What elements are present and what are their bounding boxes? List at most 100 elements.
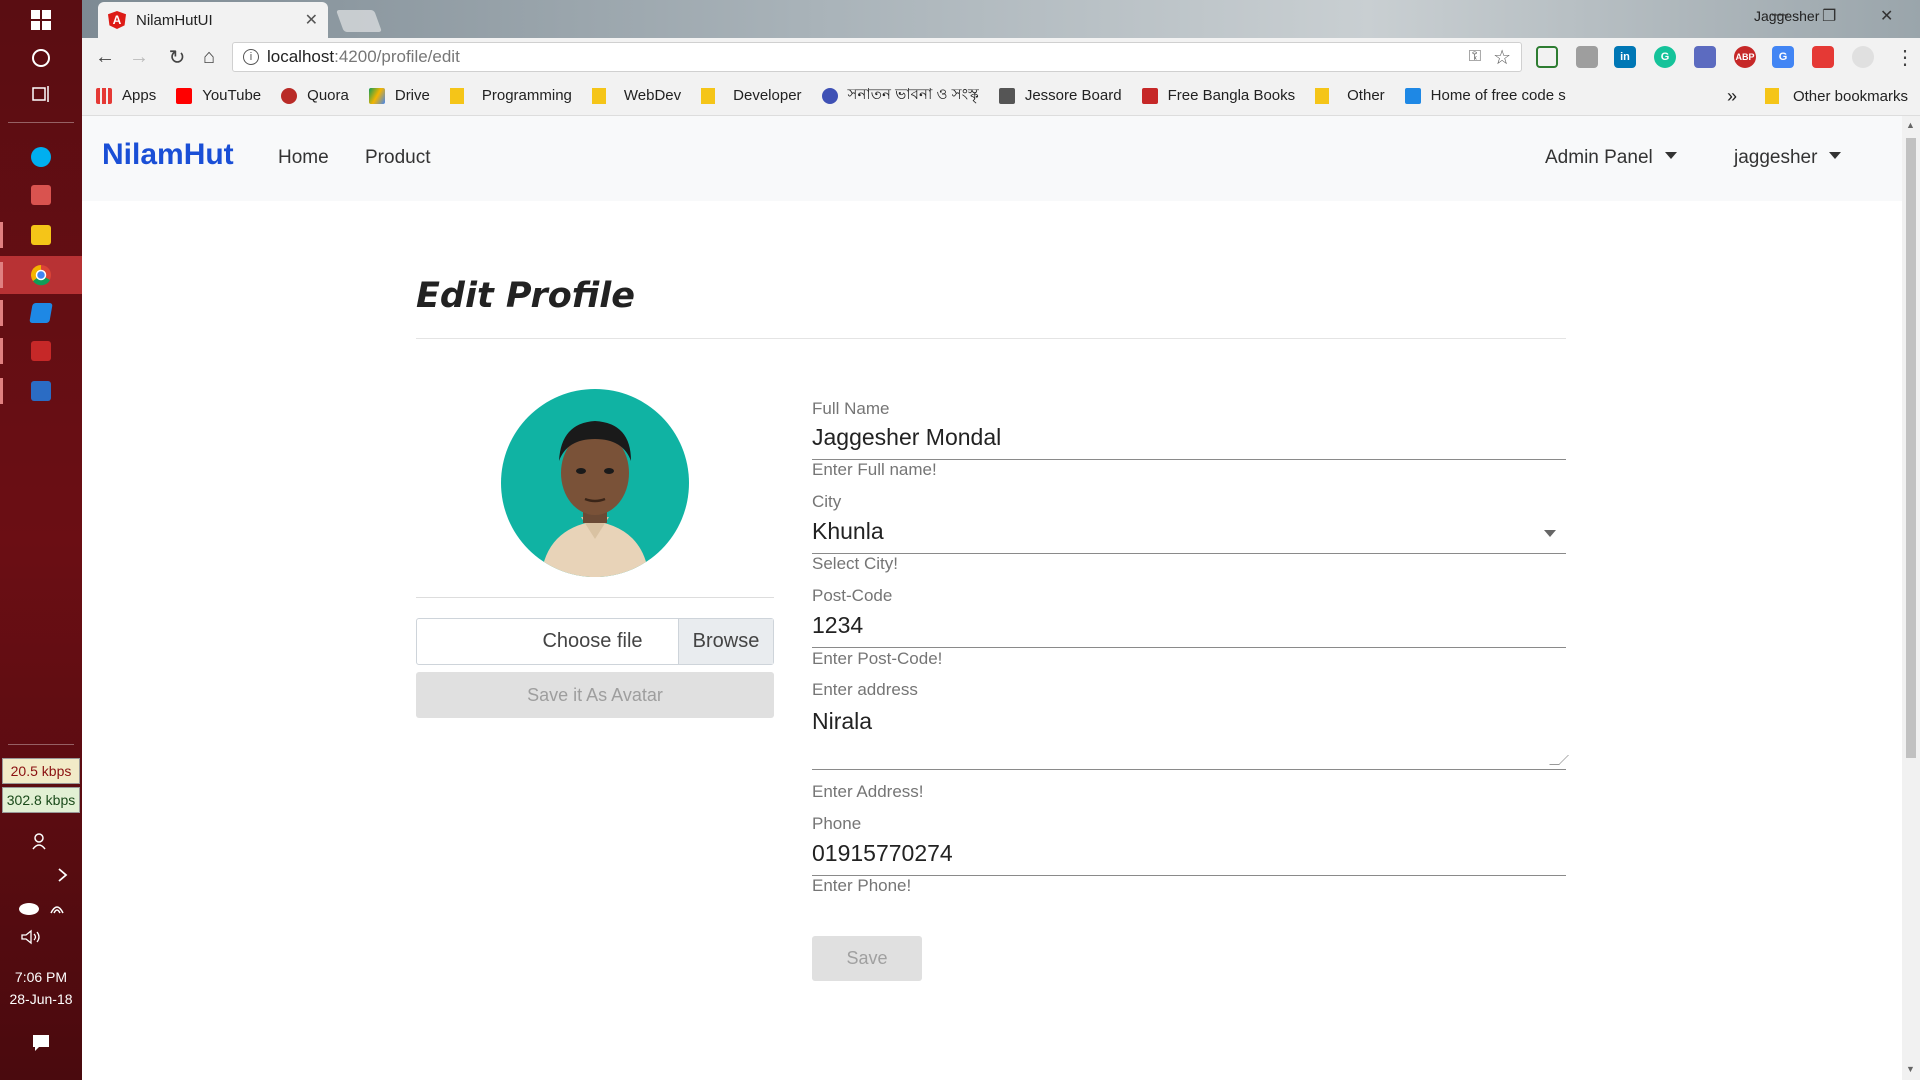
save-button[interactable]: Save — [812, 936, 922, 981]
url-host: localhost — [267, 47, 335, 66]
download-speed: 302.8 kbps — [2, 787, 80, 813]
nav-home[interactable]: Home — [278, 147, 329, 169]
choose-file-label: Choose file — [542, 630, 643, 652]
phone-label: Phone — [812, 814, 862, 833]
app-navbar: NilamHut Home Product Admin Panel jagges… — [82, 116, 1902, 201]
bookmark-bangla[interactable]: সনাতন ভাবনা ও সংস্কৃ — [821, 83, 979, 108]
folder-icon — [1764, 88, 1779, 104]
user-dropdown[interactable]: jaggesher — [1734, 147, 1841, 169]
page-content: NilamHut Home Product Admin Panel jagges… — [82, 116, 1902, 1080]
full-name-input[interactable]: Jaggesher Mondal — [812, 424, 1566, 460]
file-explorer-icon[interactable] — [0, 216, 82, 254]
powershell-icon[interactable] — [0, 372, 82, 410]
full-name-hint: Enter Full name! — [812, 460, 937, 479]
key-icon[interactable]: ⚿ — [1469, 48, 1481, 66]
bookmark-apps[interactable]: Apps — [96, 87, 156, 104]
linkedin-icon[interactable]: in — [1614, 46, 1636, 68]
bookmark-quora[interactable]: Quora — [281, 87, 349, 104]
bookmark-star-icon[interactable]: ☆ — [1493, 45, 1511, 70]
windows-start-icon[interactable] — [0, 2, 82, 38]
onedrive-icon[interactable] — [0, 892, 82, 922]
info-icon[interactable]: i — [243, 49, 259, 65]
avatar-file-input[interactable]: Choose file Browse — [416, 618, 774, 665]
bookmarks-overflow-icon[interactable]: » — [1727, 86, 1737, 107]
extension-icon[interactable] — [1536, 46, 1558, 68]
page-title: Edit Profile — [416, 276, 636, 316]
avatar — [501, 389, 689, 577]
other-bookmarks[interactable]: Other bookmarks — [1793, 88, 1908, 105]
app-icon[interactable] — [0, 176, 82, 214]
bookmarks-bar: Apps YouTube Quora Drive Programming Web… — [82, 76, 1920, 116]
bookmark-folder-webdev[interactable]: WebDev — [591, 87, 681, 104]
browser-tab-strip: A NilamHutUI ✕ Jaggesher — ❐ ✕ — [82, 0, 1920, 38]
save-avatar-button[interactable]: Save it As Avatar — [416, 672, 774, 718]
scroll-up-icon[interactable]: ▲ — [1906, 120, 1915, 130]
bookmark-folder-programming[interactable]: Programming — [449, 87, 572, 104]
page-scrollbar[interactable]: ▲ ▼ — [1902, 116, 1920, 1080]
close-window-icon[interactable]: ✕ — [1880, 6, 1893, 26]
grammarly-icon[interactable]: G — [1654, 46, 1676, 68]
post-code-label: Post-Code — [812, 586, 893, 605]
admin-panel-dropdown[interactable]: Admin Panel — [1545, 147, 1677, 169]
bookmark-jessore-board[interactable]: Jessore Board — [998, 87, 1122, 104]
windows-taskbar: 20.5 kbps 302.8 kbps 7:06 PM 28-Jun-18 — [0, 0, 82, 1080]
reload-icon[interactable]: ↻ — [162, 45, 192, 70]
bookmark-free-bangla-books[interactable]: Free Bangla Books — [1141, 87, 1295, 104]
address-label: Enter address — [812, 680, 918, 699]
back-icon[interactable]: ← — [90, 46, 120, 69]
cortana-icon[interactable] — [0, 40, 82, 76]
close-tab-icon[interactable]: ✕ — [305, 10, 318, 30]
bookmark-free-code[interactable]: Home of free code s — [1404, 87, 1566, 104]
nav-product[interactable]: Product — [365, 147, 430, 169]
city-value: Khunla — [812, 518, 884, 544]
adblock-icon[interactable]: ABP — [1734, 46, 1756, 68]
bookmark-folder-developer[interactable]: Developer — [701, 87, 802, 104]
scrollbar-thumb[interactable] — [1906, 138, 1916, 758]
extension-icon[interactable] — [1812, 46, 1834, 68]
phone-input[interactable]: 01915770274 — [812, 840, 1566, 876]
angular-favicon-icon: A — [108, 11, 126, 29]
color-picker-icon[interactable] — [1694, 46, 1716, 68]
post-code-input[interactable]: 1234 — [812, 612, 1566, 648]
city-label: City — [812, 492, 842, 511]
browse-button[interactable]: Browse — [678, 619, 773, 664]
forward-icon[interactable]: → — [124, 46, 154, 69]
city-hint: Select City! — [812, 554, 898, 573]
bookmark-folder-other[interactable]: Other — [1315, 87, 1385, 104]
home-icon[interactable]: ⌂ — [194, 46, 224, 69]
minimize-icon[interactable]: — — [1772, 6, 1788, 24]
address-bar[interactable]: i localhost:4200/profile/edit ⚿ ☆ — [232, 42, 1522, 72]
browser-toolbar: ← → ↻ ⌂ i localhost:4200/profile/edit ⚿ … — [82, 38, 1920, 76]
tab-title: NilamHutUI — [136, 11, 213, 29]
mail-icon[interactable] — [1576, 46, 1598, 68]
restore-icon[interactable]: ❐ — [1822, 6, 1836, 26]
people-icon[interactable] — [0, 826, 82, 856]
translate-icon[interactable]: G — [1772, 46, 1794, 68]
city-select[interactable]: Khunla — [812, 518, 1566, 554]
bookmark-drive[interactable]: Drive — [368, 87, 430, 104]
chevron-down-icon — [1544, 530, 1556, 537]
taskbar-time: 7:06 PM — [14, 969, 68, 985]
extension-icon[interactable] — [1852, 46, 1874, 68]
resize-handle-icon[interactable] — [1549, 755, 1569, 765]
chrome-taskbar-icon[interactable] — [0, 256, 82, 294]
address-value: Nirala — [812, 708, 873, 734]
scroll-down-icon[interactable]: ▼ — [1906, 1064, 1915, 1074]
divider — [416, 597, 774, 598]
skype-icon[interactable] — [0, 138, 82, 176]
address-hint: Enter Address! — [812, 782, 924, 801]
address-textarea[interactable]: Nirala — [812, 708, 1569, 770]
taskbar-date: 28-Jun-18 — [9, 991, 73, 1007]
menu-icon[interactable]: ⋮ — [1890, 45, 1920, 70]
browser-tab[interactable]: A NilamHutUI ✕ — [98, 2, 328, 38]
volume-icon[interactable] — [0, 922, 82, 952]
new-tab-button[interactable] — [335, 10, 383, 32]
chevron-right-icon[interactable] — [0, 860, 82, 890]
bookmark-youtube[interactable]: YouTube — [176, 87, 261, 104]
full-name-label: Full Name — [812, 399, 890, 418]
task-view-icon[interactable] — [0, 76, 82, 112]
vscode-icon[interactable] — [0, 294, 82, 332]
pdf-reader-icon[interactable] — [0, 332, 82, 370]
notifications-icon[interactable] — [0, 1028, 82, 1058]
brand-logo[interactable]: NilamHut — [102, 138, 234, 172]
